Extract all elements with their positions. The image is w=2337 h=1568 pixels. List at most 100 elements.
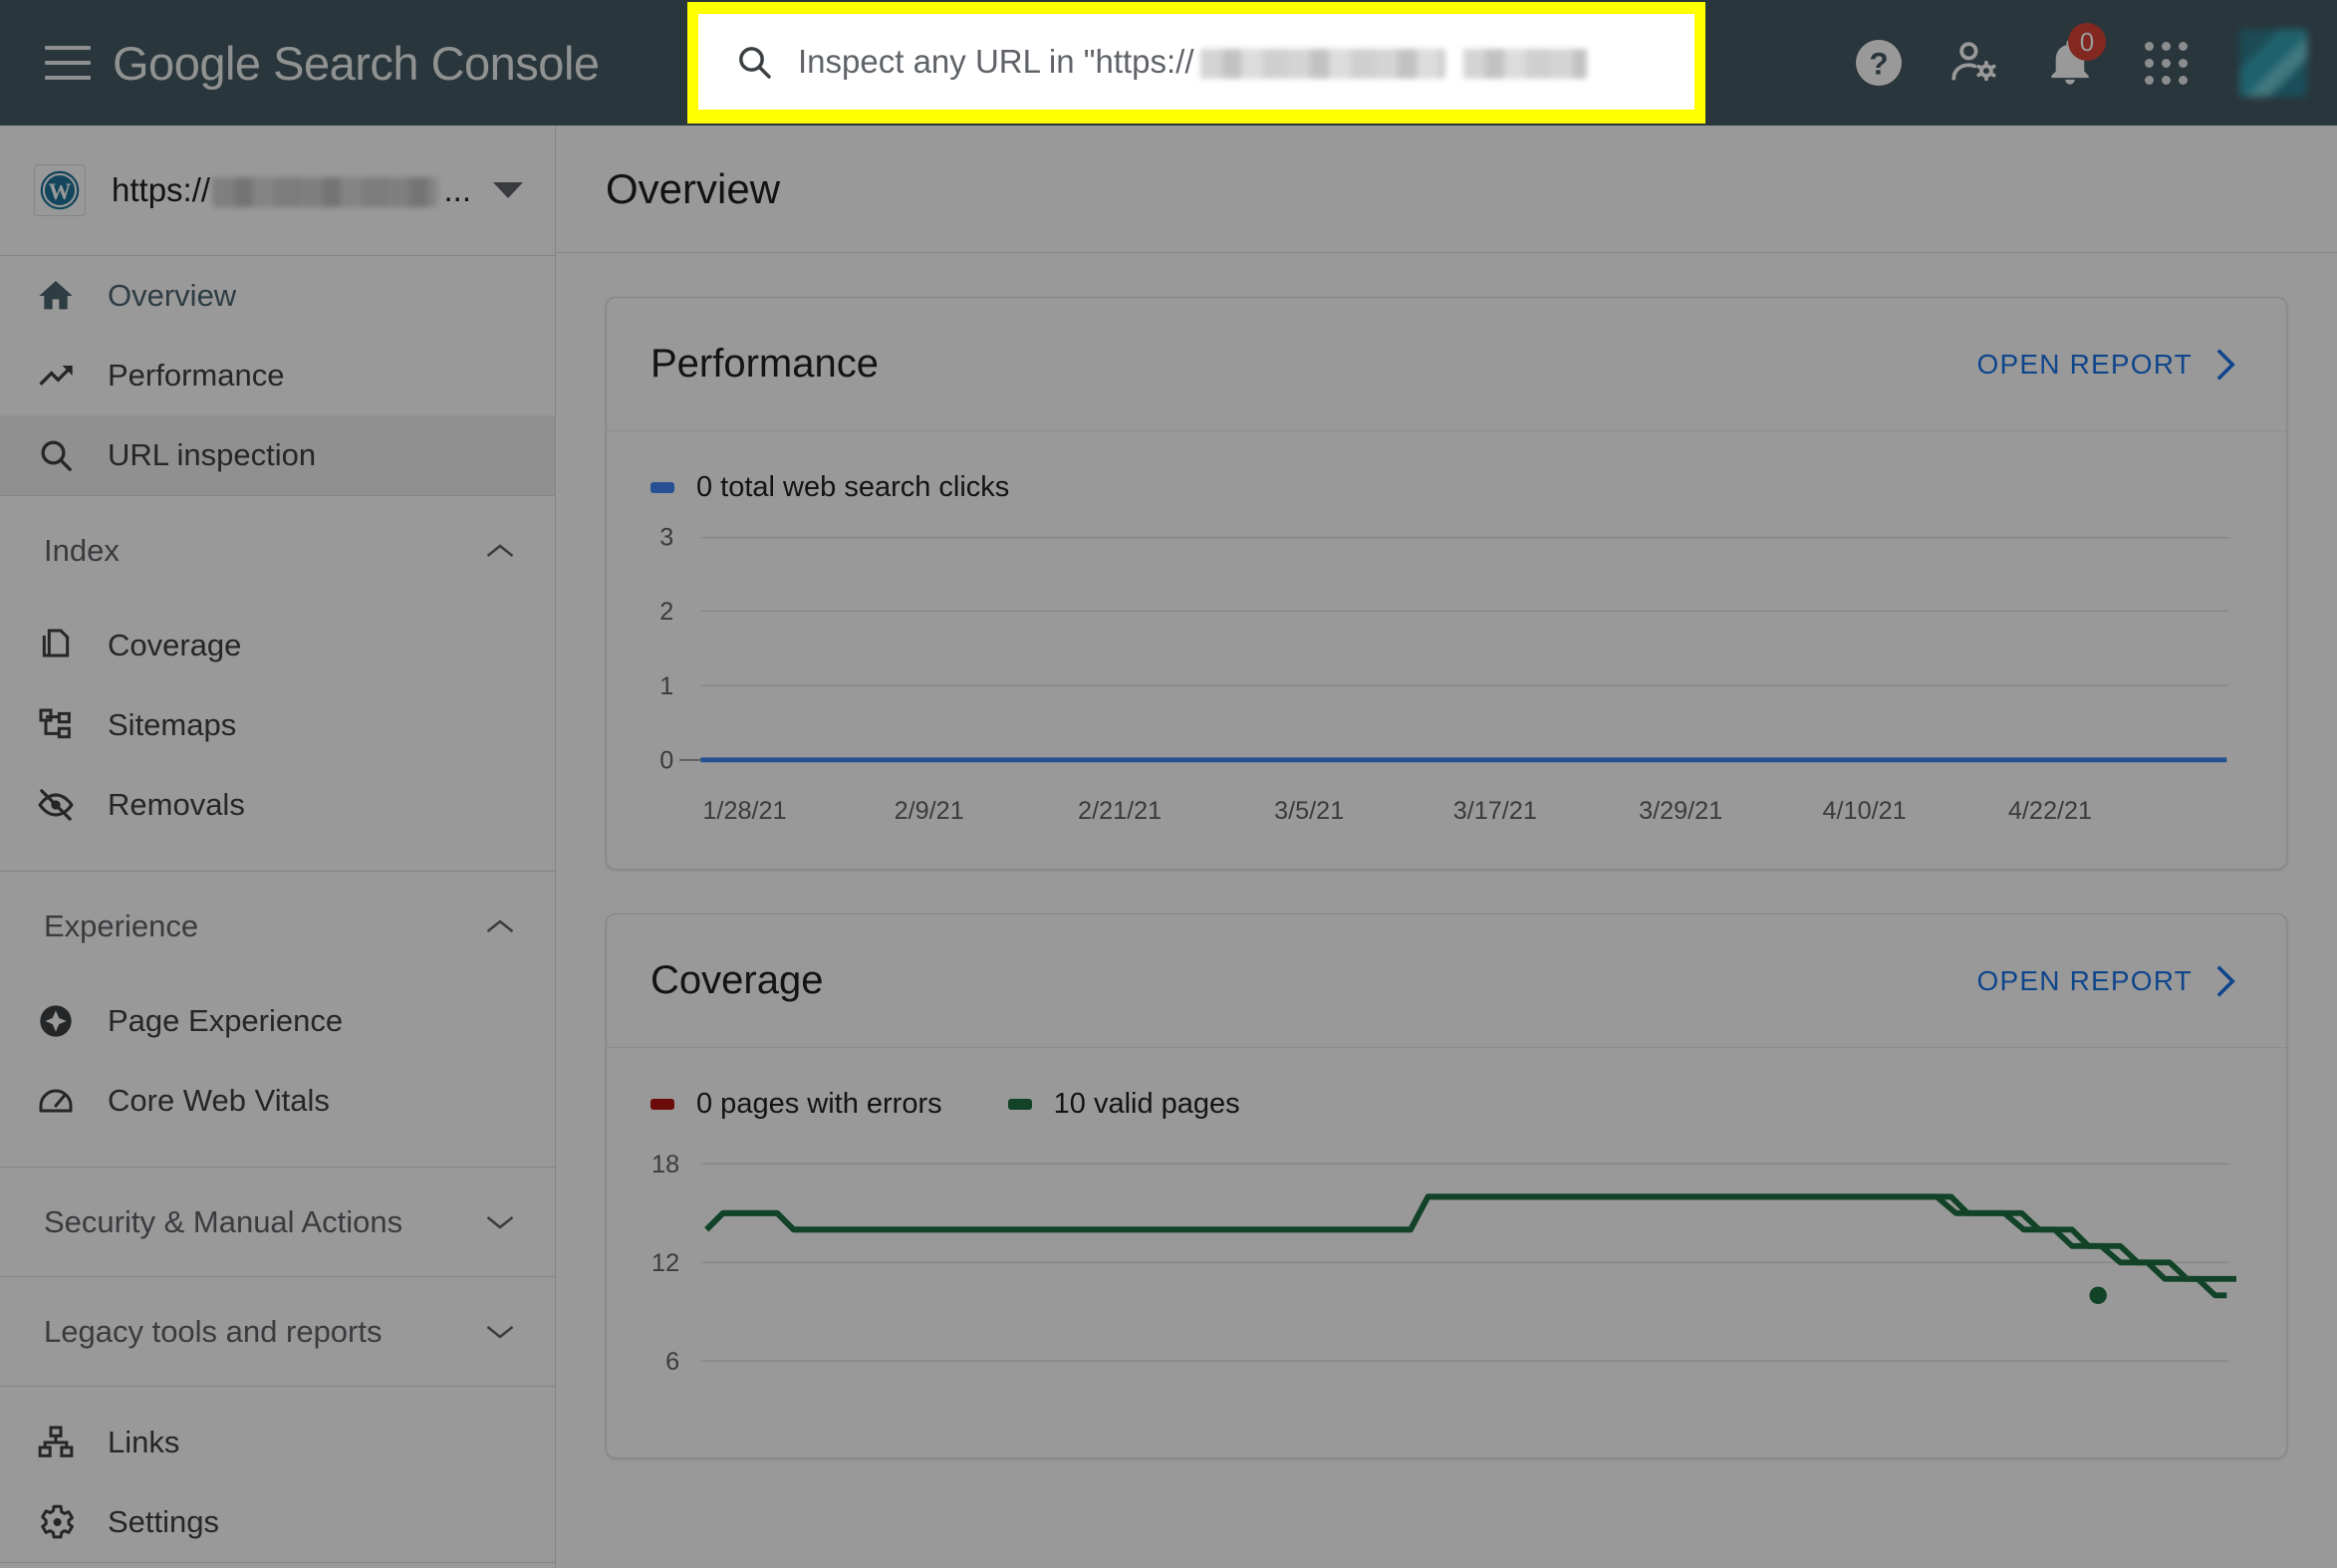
legend-item-valid[interactable]: 10 valid pages (1007, 1088, 1240, 1121)
pages-icon (34, 624, 78, 667)
coverage-legend: 0 pages with errors 10 valid pages (650, 1088, 2236, 1121)
avatar[interactable] (2239, 29, 2307, 97)
property-url: https:// ... (112, 171, 471, 209)
gear-icon (34, 1500, 78, 1544)
chevron-up-icon[interactable] (485, 917, 515, 935)
notifications-icon[interactable]: 0 (2022, 15, 2118, 111)
sidebar-item-url-inspection[interactable]: URL inspection (0, 415, 555, 495)
legend-label-clicks: 0 total web search clicks (696, 471, 1010, 503)
page-title: Overview (606, 164, 781, 212)
coverage-open-report-label: OPEN REPORT (1976, 964, 2193, 996)
perf-xtick-1: 2/9/21 (895, 797, 964, 825)
perf-ytick-3: 3 (659, 524, 673, 551)
search-icon (734, 42, 774, 82)
sidebar-item-performance[interactable]: Performance (0, 336, 555, 415)
performance-open-report-label: OPEN REPORT (1976, 348, 2193, 380)
performance-open-report-link[interactable]: OPEN REPORT (1976, 347, 2236, 383)
primary-nav: Overview Performance URL inspection (0, 256, 555, 496)
url-inspection-search-highlight: Inspect any URL in "https:// (687, 2, 1705, 124)
overview-cards: Performance OPEN REPORT 0 total web sear… (556, 253, 2337, 1458)
sidebar-group-index-header[interactable]: Index (0, 496, 555, 606)
sidebar-footer-nav: Links Settings (0, 1387, 555, 1563)
account-settings-icon[interactable] (1927, 15, 2022, 111)
sidebar-item-sitemaps[interactable]: Sitemaps (0, 685, 555, 765)
legend-swatch-valid (1007, 1099, 1032, 1111)
sidebar-group-legacy[interactable]: Legacy tools and reports (0, 1277, 555, 1387)
perf-ytick-1: 1 (659, 672, 673, 700)
app-brand: Google Search Console (113, 36, 600, 90)
help-icon[interactable]: ? (1831, 15, 1927, 111)
sidebar-item-page-experience[interactable]: Page Experience (0, 981, 555, 1061)
coverage-card-header: Coverage OPEN REPORT (607, 915, 2286, 1049)
sidebar-group-index: Index Coverage Sitemaps Removals (0, 496, 555, 872)
perf-xtick-6: 4/10/21 (1823, 797, 1907, 825)
performance-card-header: Performance OPEN REPORT (607, 298, 2286, 431)
performance-card-body: 0 total web search clicks 3 2 1 0 1/28/2… (607, 431, 2286, 869)
top-bar-actions: ? 0 (1831, 0, 2337, 126)
sidebar-group-security-title: Security & Manual Actions (44, 1203, 403, 1239)
search-placeholder: Inspect any URL in "https:// (798, 43, 1587, 81)
coverage-card: Coverage OPEN REPORT 0 pages with errors (606, 914, 2287, 1458)
legend-label-errors: 0 pages with errors (696, 1088, 942, 1121)
chevron-up-icon[interactable] (485, 542, 515, 560)
speedometer-icon (34, 1079, 78, 1123)
page-title-bar: Overview (556, 126, 2337, 253)
chevron-right-icon (2214, 347, 2236, 383)
chevron-right-icon (2214, 963, 2236, 999)
sidebar-group-experience: Experience Page Experience Core Web Vita… (0, 872, 555, 1168)
property-url-ellipsis: ... (443, 171, 471, 208)
sidebar-item-overview-label: Overview (108, 278, 237, 313)
eye-off-icon (34, 783, 78, 827)
performance-card-title: Performance (650, 342, 879, 386)
perf-xtick-7: 4/22/21 (2008, 797, 2092, 825)
legend-item-errors[interactable]: 0 pages with errors (650, 1088, 942, 1121)
svg-text:?: ? (1869, 45, 1888, 81)
legend-item-clicks[interactable]: 0 total web search clicks (650, 471, 1009, 504)
sidebar-item-core-web-vitals[interactable]: Core Web Vitals (0, 1061, 555, 1141)
sidebar-item-page-experience-label: Page Experience (108, 1003, 344, 1038)
coverage-chart: 18 12 6 (650, 1141, 2236, 1431)
sitemap-icon (34, 703, 78, 747)
notifications-badge: 0 (2068, 23, 2106, 61)
sidebar-item-removals[interactable]: Removals (0, 765, 555, 845)
legend-swatch-errors (650, 1099, 674, 1111)
sidebar-item-coverage-label: Coverage (108, 628, 242, 662)
property-selector[interactable]: W https:// ... (0, 126, 555, 256)
sidebar-group-index-title: Index (44, 533, 120, 568)
sidebar-item-settings-label: Settings (108, 1504, 220, 1539)
chevron-down-icon[interactable] (485, 1323, 515, 1341)
coverage-open-report-link[interactable]: OPEN REPORT (1976, 963, 2236, 999)
search-placeholder-redacted-1 (1199, 49, 1445, 79)
coverage-card-body: 0 pages with errors 10 valid pages 18 12… (607, 1048, 2286, 1456)
cov-ytick-12: 12 (651, 1249, 679, 1277)
chevron-down-icon[interactable] (493, 182, 523, 198)
sidebar-group-experience-header[interactable]: Experience (0, 872, 555, 981)
links-icon (34, 1421, 78, 1464)
search-placeholder-text: Inspect any URL in "https:// (798, 43, 1194, 80)
hamburger-icon[interactable] (45, 46, 91, 80)
property-url-redacted (212, 177, 438, 207)
sidebar-item-coverage[interactable]: Coverage (0, 606, 555, 685)
sidebar: W https:// ... Overview Performance URL … (0, 126, 556, 1568)
svg-text:W: W (49, 179, 72, 204)
perf-ytick-0: 0 (659, 747, 673, 775)
cov-ytick-6: 6 (665, 1348, 679, 1376)
perf-xtick-4: 3/17/21 (1453, 797, 1537, 825)
performance-card: Performance OPEN REPORT 0 total web sear… (606, 297, 2287, 871)
sidebar-group-security[interactable]: Security & Manual Actions (0, 1168, 555, 1277)
coverage-chart-labels: 18 12 6 (651, 1151, 679, 1376)
performance-chart-labels: 3 2 1 0 1/28/21 2/9/21 2/21/21 3/5/21 3/… (659, 524, 2092, 825)
url-inspection-search-field[interactable]: Inspect any URL in "https:// (698, 14, 1694, 110)
perf-xtick-5: 3/29/21 (1639, 797, 1722, 825)
performance-chart: 3 2 1 0 1/28/21 2/9/21 2/21/21 3/5/21 3/… (650, 524, 2236, 843)
perf-ytick-2: 2 (659, 598, 673, 626)
sidebar-item-overview[interactable]: Overview (0, 256, 555, 336)
chevron-down-icon[interactable] (485, 1213, 515, 1231)
coverage-card-title: Coverage (650, 958, 824, 1003)
apps-grid-icon[interactable] (2118, 15, 2213, 111)
legend-swatch-clicks (650, 482, 674, 493)
sidebar-item-settings[interactable]: Settings (0, 1482, 555, 1562)
search-console-app: W https:// ... Overview Performance URL … (0, 0, 2337, 1568)
sidebar-item-links[interactable]: Links (0, 1403, 555, 1482)
sidebar-item-sitemaps-label: Sitemaps (108, 707, 237, 742)
